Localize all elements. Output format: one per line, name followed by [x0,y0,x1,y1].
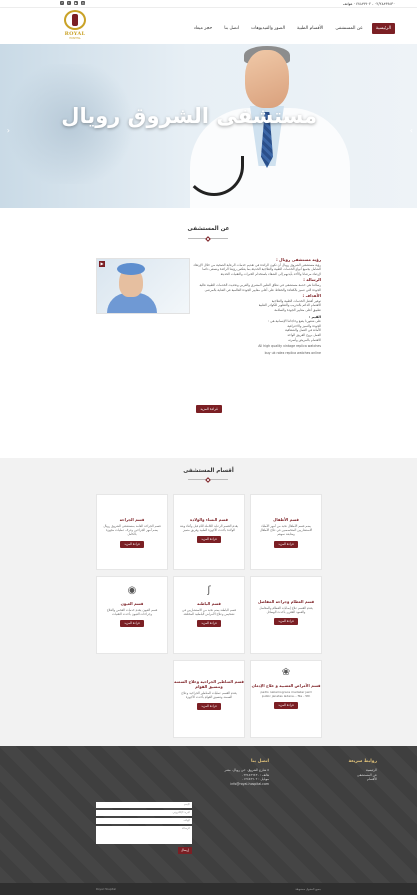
twitter-icon[interactable]: t [67,1,71,5]
copyright-bar: Royal Hospital جميع الحقوق محفوظة [0,883,417,895]
dept-more-button[interactable]: قراءة المزيد [197,703,221,711]
footer-contact: اتصل بنا ٥ شارع الشروق، حي رويال، مصر ها… [179,759,269,786]
footer-form: الإسم البريد الإلكتروني الهاتف الرسالة إ… [96,802,192,854]
about-title: عن المستشفى [187,226,230,232]
dept-card: قسم المناظير الجراحية وعلاج السمنة وتنسي… [173,660,245,738]
nav-departments[interactable]: الأقسام الطبية [294,24,326,33]
nav-home[interactable]: الرئيسية [371,23,395,34]
dept-desc: قسم الباطنة يضم نخبة من الاستشاريين في ت… [182,608,236,617]
dept-title: قسم العظام وجراحة المفاصل [257,599,315,604]
social-links: f t ▶ ◎ [60,1,85,5]
dept-more-button[interactable]: قراءة المزيد [274,702,298,710]
footer-contact-title: اتصل بنا [250,759,269,764]
name-input[interactable]: الإسم [96,802,192,808]
footer-links: روابط سريعة الرئيسية عن المستشفى الأقسام [317,759,377,782]
stomach-icon: ʃ [207,585,211,596]
brain-icon: ❀ [281,667,291,678]
about-video[interactable]: ▶ [96,258,190,314]
nav-contact[interactable]: اتصل بنا [221,24,242,33]
dept-card: ❀ قسم الأمراض العصبية و علاج الإدمان pad… [250,660,322,738]
logo[interactable]: ROYAL HOSPITAL [60,10,90,42]
footer-contact-line[interactable]: info@royal-hospital.com [179,782,269,786]
slider-prev-icon[interactable]: ‹ [4,126,10,136]
slider-next-icon[interactable]: › [407,126,413,136]
goal-item: تطبيق أعلى معايير الجودة والسلامة [274,307,321,312]
eye-icon: ◉ [127,585,137,596]
instagram-icon[interactable]: ◎ [81,1,85,5]
dept-card: قسم العظام وجراحة المفاصل يقدم القسم علا… [250,576,322,654]
value-item: الاهتمام بالمريض وأسرته [288,337,321,342]
dept-card: ◉ قسم العيون قسم العيون يقدم خدمات الفحص… [96,576,168,654]
copyright-right: جميع الحقوق محفوظة [295,887,321,891]
dept-desc: قسم العيون يقدم خدمات الفحص والعلاج وجرا… [106,608,158,617]
dept-more-button[interactable]: قراءة المزيد [197,536,221,544]
depts-title: أقسام المستشفى [183,468,234,474]
topbar: f t ▶ ◎ ٠٢/٢٤٨٩٩٤٣٠ - ٠١٢٤٨٩٩٠٢ هواتف [0,0,417,8]
main-nav: الرئيسية عن المستشفى الأقسام الطبية الصو… [191,23,395,34]
copyright-left: Royal Hospital [96,887,116,891]
dept-desc: يضم قسم الأطفال نخبة من أمهر الأطباء الا… [259,524,313,537]
nav-booking[interactable]: حجز ميعاد [191,24,215,33]
facebook-icon[interactable]: f [60,1,64,5]
extra-link[interactable]: All high quality vintage replica watches [193,344,321,349]
dept-card: قسم الجراحة قسم الجراحة العامة بمستشفى ا… [96,494,168,570]
logo-sub: HOSPITAL [69,37,81,40]
about-more-button[interactable]: قراءة المزيد [196,405,222,413]
vision-text: رؤية مستشفى الشروق رويال أن تكون الرائدة… [193,262,321,276]
footer-link[interactable]: الأقسام [317,777,377,781]
header: ROYAL HOSPITAL الرئيسية عن المستشفى الأق… [0,8,417,44]
extra-link[interactable]: buy uk rolex replica watches online [193,351,321,356]
play-icon[interactable]: ▶ [99,261,105,267]
phone-numbers: ٠٢/٢٤٨٩٩٤٣٠ - ٠١٢٤٨٩٩٠٢ هواتف [342,1,395,6]
message-input[interactable]: الرسالة [96,826,192,844]
phone-input[interactable]: الهاتف [96,818,192,824]
dept-more-button[interactable]: قراءة المزيد [274,540,298,548]
dept-desc: يقدم القسم الرعاية الكاملة للأم قبل وأثن… [179,524,239,533]
dept-title: قسم المناظير الجراحية وعلاج السمنة وتنسي… [174,679,244,689]
email-input[interactable]: البريد الإلكتروني [96,810,192,816]
footer-links-title: روابط سريعة [348,759,377,764]
dept-title: قسم الأمراض العصبية و علاج الإدمان [251,683,321,688]
dept-desc: padlo naliamograce medailer jezd public … [260,690,312,699]
departments-section: أقسام المستشفى قسم الأطفال يضم قسم الأطف… [0,458,417,760]
mission-text: رسالتنا هي خدمة مستشفى في نطاق الطبي الم… [199,282,321,292]
nav-about[interactable]: عن المستشفى [332,24,366,33]
send-button[interactable]: إرسال [178,847,192,854]
nav-media[interactable]: الصور والفيديوهات [248,24,288,33]
dept-more-button[interactable]: قراءة المزيد [120,620,144,628]
dept-more-button[interactable]: قراءة المزيد [120,540,144,548]
dept-more-button[interactable]: قراءة المزيد [197,620,221,628]
about-section: عن المستشفى ▶ رؤية مستشفى رويال : رؤية م… [0,208,417,458]
hero-slider: مستشفى الشروق رويال ‹ › [0,44,417,208]
dept-card: قسم الأطفال يضم قسم الأطفال نخبة من أمهر… [250,494,322,570]
dept-card: قسم النساء والولادة يقدم القسم الرعاية ا… [173,494,245,570]
hero-title: مستشفى الشروق رويال [61,104,317,128]
dept-more-button[interactable]: قراءة المزيد [274,618,298,626]
dept-desc: يقدم القسم علاج إصابات العظام والمفاصل و… [259,606,313,615]
logo-mark [64,10,86,30]
about-text: رؤية مستشفى رويال : رؤية مستشفى الشروق ر… [193,256,321,355]
dept-desc: يقدم القسم عمليات المناظير الجراحية وعلا… [181,691,237,700]
youtube-icon[interactable]: ▶ [74,1,78,5]
dept-card: ʃ قسم الباطنة قسم الباطنة يضم نخبة من ال… [173,576,245,654]
footer: روابط سريعة الرئيسية عن المستشفى الأقسام… [0,746,417,883]
dept-desc: قسم الجراحة العامة بمستشفى الشروق رويال … [103,524,161,537]
